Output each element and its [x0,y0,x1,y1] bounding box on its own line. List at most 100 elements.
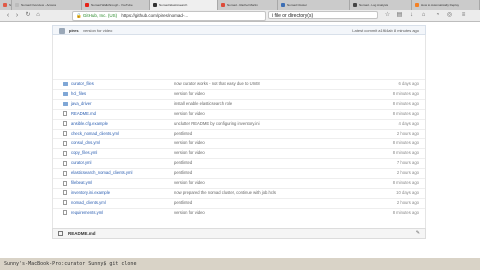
file-name-link[interactable]: consul_dns.yml [71,139,100,148]
browser-tab[interactable]: Nomad - Rachel Martin [218,0,278,10]
file-name-link[interactable]: README.md [71,110,96,119]
file-age: 7 hours ago [396,160,419,166]
file-name-link[interactable]: curator.yml [71,159,91,168]
file-row[interactable]: curator.yml pentlinted 7 hours ago [53,158,425,168]
avatar[interactable] [59,28,65,34]
file-icon [63,160,67,166]
file-row[interactable]: java_driver install enable elasticsearch … [53,98,425,109]
browser-tab[interactable]: Nomad - Log Analysis [350,0,412,10]
latest-commit-info[interactable]: Latest commit a1f64ab 8 minutes ago [352,26,419,35]
tab-favicon-icon [281,3,285,7]
commit-author[interactable]: pires [69,26,79,35]
terminal-prompt: Sunny's-MacBook-Pro:curator Sunny$ git c… [4,261,137,267]
file-age: 8 minutes ago [392,110,419,116]
browser-tab[interactable]: Nomad Elasticsearch [150,0,218,10]
file-icon [63,131,67,136]
file-commit-message[interactable]: pentlinted [174,169,192,178]
pencil-icon[interactable]: ✎ [416,229,420,238]
download-icon[interactable]: ↓ [408,12,415,19]
file-name-link[interactable]: ansible.cfg.example [71,120,108,129]
file-name-link[interactable]: check_nomad_clients.yml [71,130,119,139]
file-name-link[interactable]: requirements.yml [71,209,103,218]
folder-icon [63,82,68,86]
browser-tab-bar: Settings Nomad Overview - Access Nomad Wal… [0,0,480,10]
browser-tab[interactable]: Settings [0,0,12,10]
file-commit-message[interactable]: version for video [174,90,205,99]
file-name-link[interactable]: hcl_files [71,90,86,99]
home-toolbar-icon[interactable]: ⌂ [420,12,427,19]
file-commit-message[interactable]: version for video [174,149,205,158]
file-row[interactable]: requirements.yml version for video 8 minut… [53,207,425,218]
url-site-identity: GitHub, Inc. (US) [82,13,118,18]
terminal-window[interactable]: Sunny's-MacBook-Pro:curator Sunny$ git c… [0,258,480,270]
tab-favicon-icon [3,3,7,7]
reload-icon[interactable]: ↻ [24,11,32,20]
file-table: curator_files now curator works - not tha… [52,35,426,233]
file-row[interactable]: curator_files now curator works - not tha… [53,79,425,89]
file-row[interactable]: consul_dns.yml version for video 8 minutes… [53,138,425,148]
sync-icon[interactable]: ◎ [446,12,453,19]
file-commit-message[interactable]: unclutter README by configuring inventor… [174,120,260,129]
url-bar[interactable]: 🔒 GitHub, Inc. (US) https://github.com/p… [72,11,266,21]
hamburger-menu-icon[interactable]: ≡ [460,12,467,19]
file-name-link[interactable]: nomad_clients.yml [71,199,106,208]
page-content: pires version for video Latest commit a1… [0,22,480,258]
file-commit-message[interactable]: pentlinted [174,159,192,168]
file-age: 8 minutes ago [392,90,419,96]
file-icon [63,190,67,196]
file-commit-message[interactable]: version for video [174,179,205,188]
file-row[interactable]: ansible.cfg.example unclutter README by c… [53,118,425,129]
bookmarks-icon[interactable]: ▤ [396,12,403,19]
tab-label: Nomad - Log Analysis [359,3,389,7]
home-icon[interactable]: ⌂ [34,11,42,20]
file-name-link[interactable]: filebeat.yml [71,179,92,188]
file-age: 6 days ago [398,81,420,86]
file-row[interactable]: hcl_files version for video 8 minutes ago [53,88,425,99]
file-name-link[interactable]: elasticsearch_nomad_clients.yml [71,169,132,178]
file-icon [63,140,67,146]
file-commit-message[interactable]: install enable elasticsearch role [174,100,232,109]
browser-tab[interactable]: Nomad Cluster [278,0,350,10]
search-query: i file or directory(s) [272,13,314,19]
file-icon [63,180,67,186]
screen: Settings Nomad Overview - Access Nomad Wal… [0,0,480,270]
file-row[interactable]: nomad_clients.yml pentlinted 2 hours ago [53,197,425,208]
file-commit-message[interactable]: version for video [174,209,205,218]
url-text: https://github.com/pires/nomad-... [121,13,189,18]
file-icon [63,121,67,127]
commit-message[interactable]: version for video [83,26,112,35]
file-row[interactable]: inventory.ini.example now prepared the no… [53,187,425,198]
forward-arrow-icon[interactable]: › [13,11,21,20]
file-commit-message[interactable]: now curator works - not that easy due to… [174,80,260,89]
file-row[interactable]: README.md version for video 8 minutes ago [53,108,425,119]
file-commit-message[interactable]: version for video [174,110,205,119]
file-name-link[interactable]: curator_files [71,80,94,89]
file-age: 4 days ago [398,120,420,126]
tab-favicon-icon [415,3,419,7]
file-row[interactable]: check_nomad_clients.yml pentlinted 2 hours… [53,128,425,139]
file-name-link[interactable]: java_driver [71,100,91,109]
browser-tab[interactable]: Nomad Overview - Access [12,0,82,10]
file-commit-message[interactable]: now prepared the nomad cluster, continue… [174,189,276,198]
pocket-icon[interactable]: ◔ [434,12,441,19]
back-arrow-icon[interactable]: ‹ [4,11,12,20]
file-row[interactable]: filebeat.yml version for video 8 minutes a… [53,178,425,188]
file-row[interactable]: elasticsearch_nomad_clients.yml pentlinte… [53,168,425,178]
file-age: 8 minutes ago [392,150,419,156]
tab-label: Nomad Elasticsearch [159,3,188,7]
lock-icon: 🔒 [76,13,82,18]
browser-tab[interactable]: Nomad Walkthrough - YouTube [82,0,150,10]
tab-label: Nomad Walkthrough - YouTube [91,3,133,7]
file-commit-message[interactable]: version for video [174,139,205,148]
browser-tab[interactable]: How to Automatically Deploy [412,0,480,10]
readme-title: README.md [68,231,96,236]
folder-icon [63,91,68,96]
file-commit-message[interactable]: pentlinted [174,199,192,208]
star-icon[interactable]: ☆ [384,12,391,19]
file-name-link[interactable]: inventory.ini.example [71,189,110,198]
file-row[interactable]: copy_files.yml version for video 8 minutes… [53,148,425,158]
file-age: 8 minutes ago [392,140,419,146]
file-commit-message[interactable]: pentlinted [174,130,192,139]
search-input[interactable]: i file or directory(s) [268,11,378,19]
file-name-link[interactable]: copy_files.yml [71,149,97,158]
